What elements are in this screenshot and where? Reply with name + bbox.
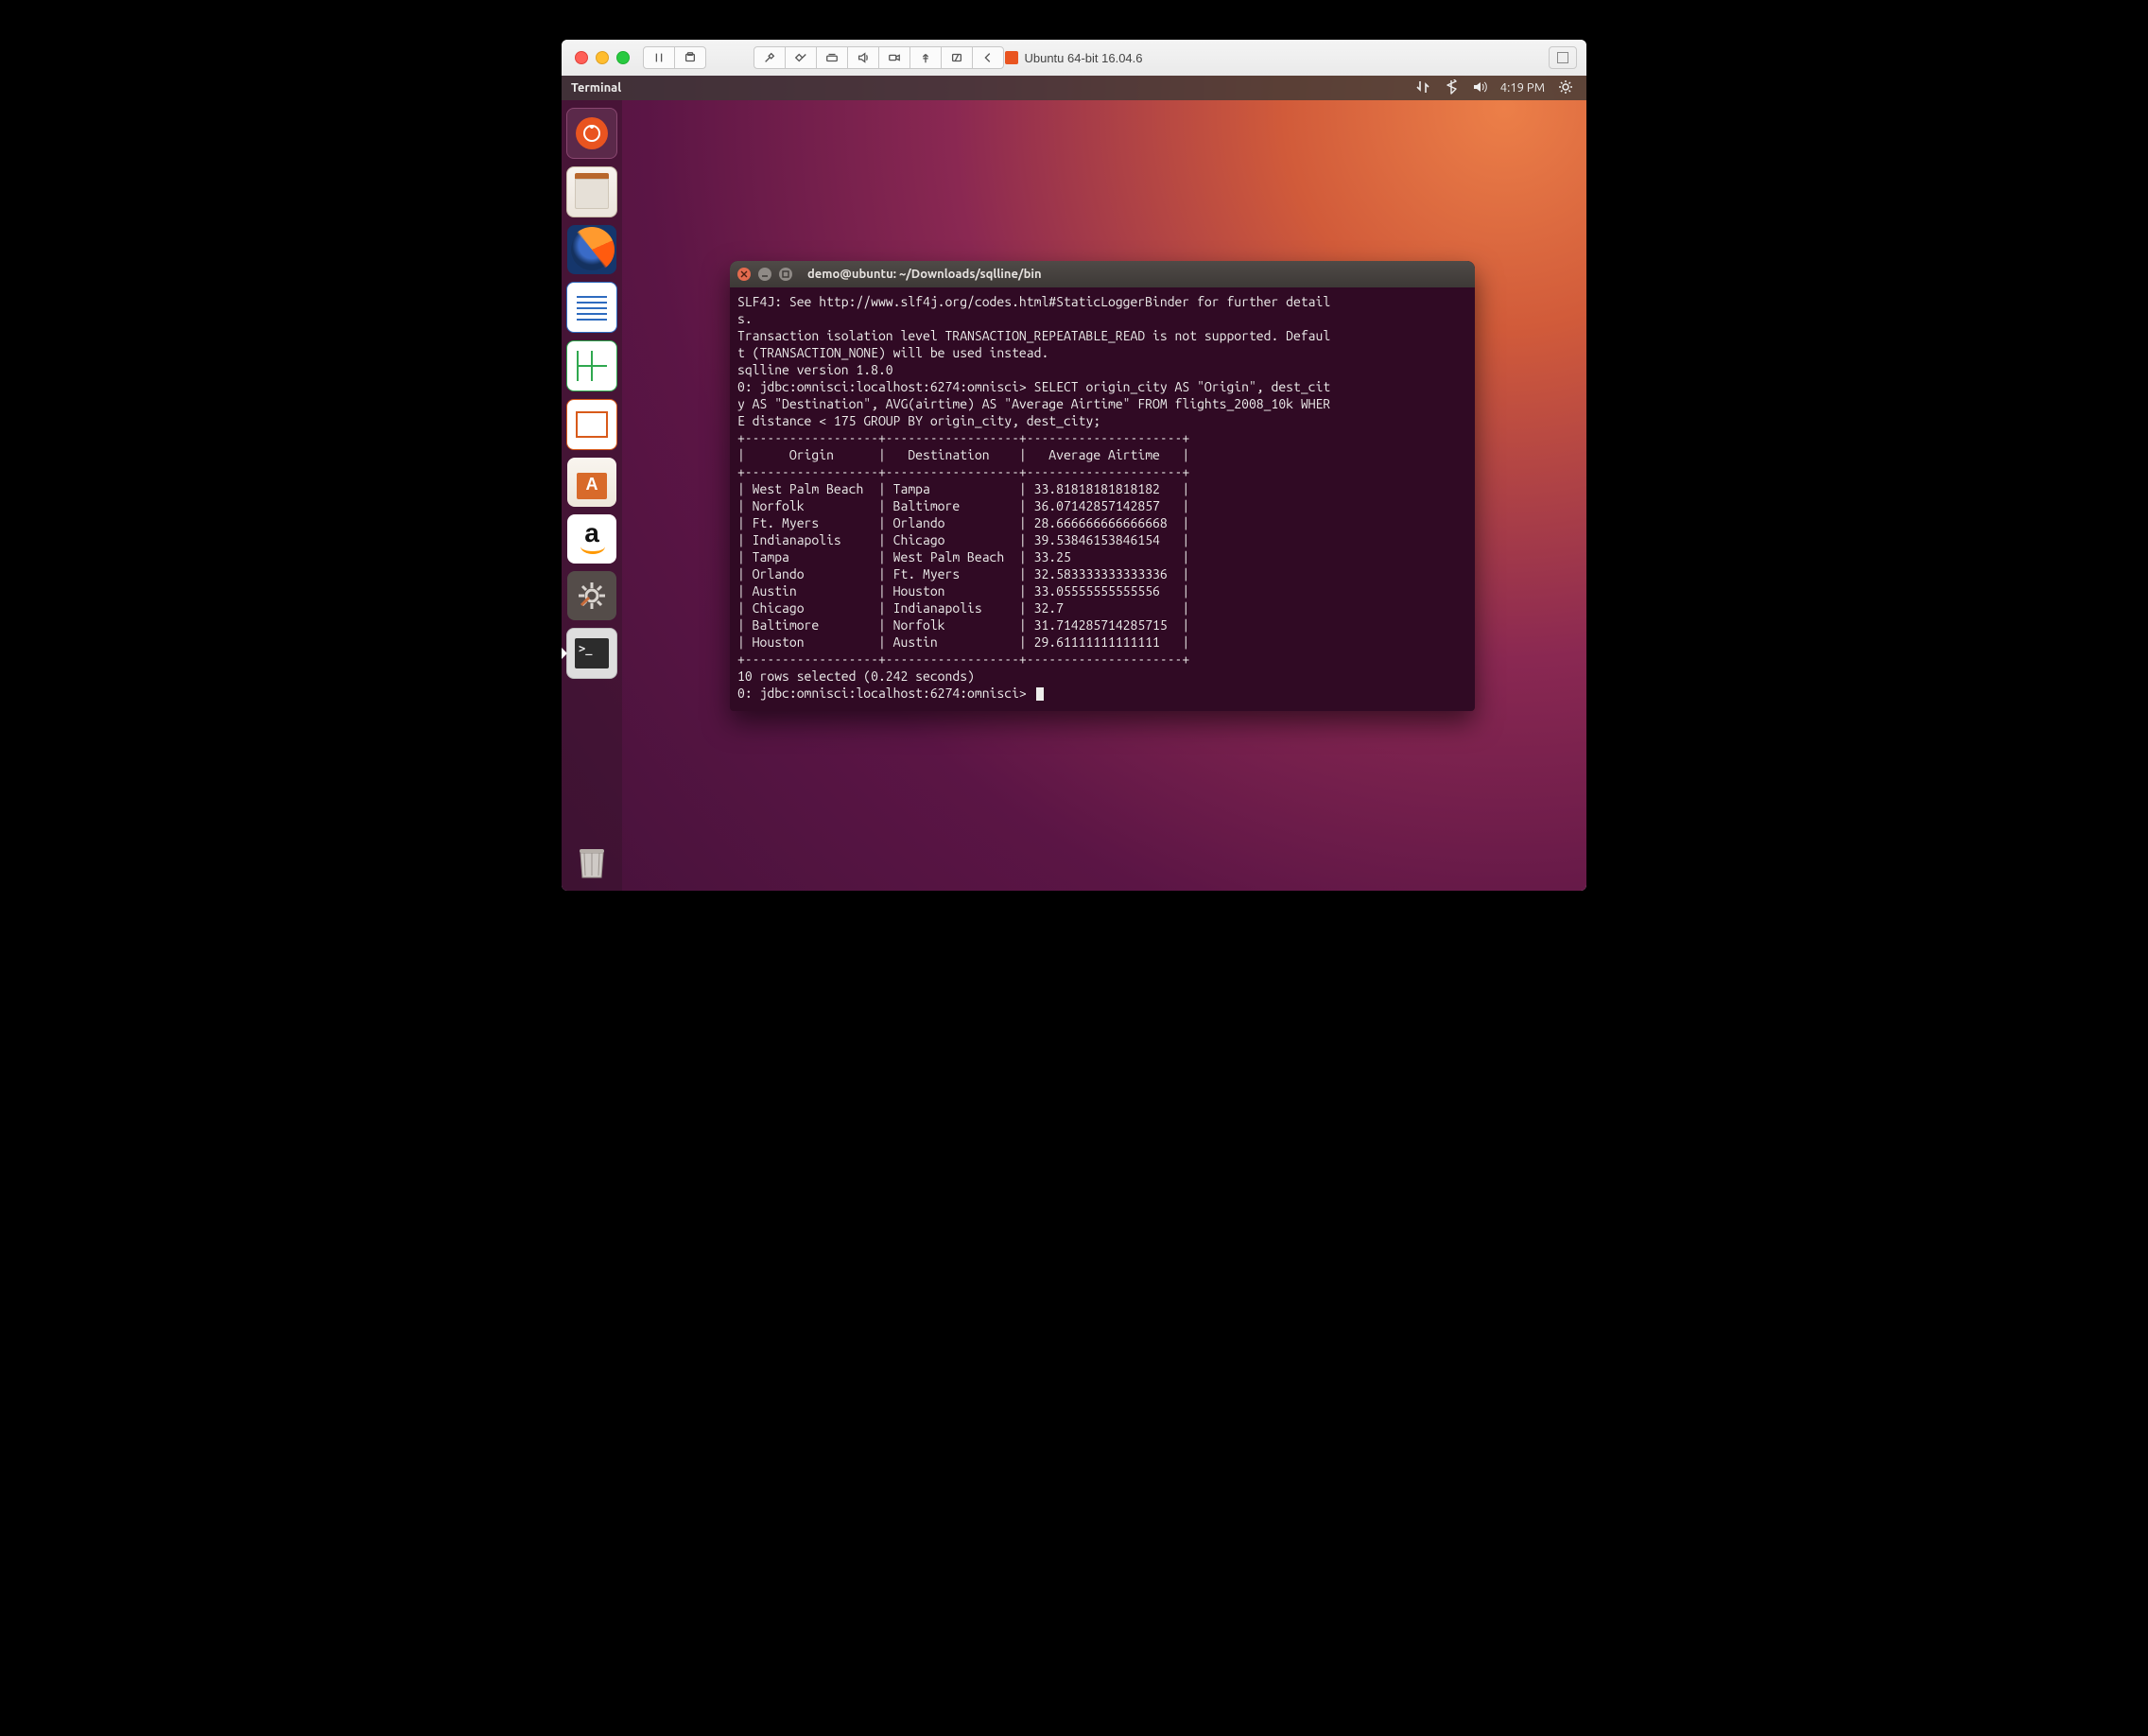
vmware-sound-icon[interactable] <box>848 47 879 68</box>
terminal-body[interactable]: SLF4J: See http://www.slf4j.org/codes.ht… <box>730 287 1475 711</box>
vmware-network-icon[interactable] <box>786 47 817 68</box>
mac-close-button[interactable] <box>575 51 588 64</box>
ubuntu-menubar: Terminal 4:19 PM <box>562 76 1586 100</box>
vmware-fullscreen-button[interactable] <box>1549 46 1577 69</box>
launcher-libreoffice-writer[interactable] <box>566 282 617 333</box>
launcher-ubuntu-software[interactable] <box>567 458 616 507</box>
bluetooth-indicator-icon[interactable] <box>1444 79 1459 97</box>
menubar-tray: 4:19 PM <box>1415 79 1573 97</box>
launcher-firefox[interactable] <box>567 225 616 274</box>
vmware-camera-icon[interactable] <box>879 47 910 68</box>
ubuntu-desktop: Terminal 4:19 PM <box>562 76 1586 891</box>
gear-indicator-icon[interactable] <box>1558 79 1573 97</box>
vmware-snapshot-button[interactable] <box>675 47 705 68</box>
vmware-usb-icon[interactable] <box>910 47 942 68</box>
terminal-title: demo@ubuntu: ~/Downloads/sqlline/bin <box>807 268 1042 281</box>
menubar-app-name: Terminal <box>571 81 621 95</box>
vmware-titlebar: Ubuntu 64-bit 16.04.6 <box>562 40 1586 77</box>
launcher-dash[interactable] <box>566 108 617 159</box>
vmware-window: Ubuntu 64-bit 16.04.6 Terminal <box>562 40 1586 891</box>
ubuntu-launcher <box>562 100 622 891</box>
vmware-title-text: Ubuntu 64-bit 16.04.6 <box>1024 51 1142 65</box>
terminal-cursor <box>1036 687 1044 701</box>
launcher-trash[interactable] <box>567 838 616 887</box>
volume-indicator-icon[interactable] <box>1472 79 1487 97</box>
vmware-pause-button[interactable] <box>644 47 675 68</box>
launcher-libreoffice-calc[interactable] <box>566 340 617 391</box>
vmware-seg-pause-snapshot <box>643 46 706 69</box>
launcher-terminal[interactable] <box>566 628 617 679</box>
terminal-minimize-button[interactable] <box>758 268 771 281</box>
terminal-window[interactable]: demo@ubuntu: ~/Downloads/sqlline/bin SLF… <box>730 261 1475 711</box>
mac-traffic-lights <box>575 51 630 64</box>
mac-zoom-button[interactable] <box>616 51 630 64</box>
vmware-back-icon[interactable] <box>973 47 1003 68</box>
launcher-amazon[interactable] <box>567 514 616 564</box>
terminal-close-button[interactable] <box>737 268 751 281</box>
terminal-maximize-button[interactable] <box>779 268 792 281</box>
mac-minimize-button[interactable] <box>596 51 609 64</box>
menubar-clock[interactable]: 4:19 PM <box>1500 81 1545 95</box>
terminal-titlebar[interactable]: demo@ubuntu: ~/Downloads/sqlline/bin <box>730 261 1475 287</box>
vmware-title: Ubuntu 64-bit 16.04.6 <box>562 51 1586 65</box>
network-indicator-icon[interactable] <box>1415 79 1430 97</box>
launcher-files[interactable] <box>566 166 617 217</box>
vmware-tools-icon[interactable] <box>754 47 786 68</box>
ubuntu-app-icon <box>1005 51 1018 64</box>
vmware-shared-icon[interactable] <box>942 47 973 68</box>
launcher-libreoffice-impress[interactable] <box>566 399 617 450</box>
vmware-hdd-icon[interactable] <box>817 47 848 68</box>
vmware-device-toolbar <box>754 46 1004 69</box>
launcher-system-settings[interactable] <box>567 571 616 620</box>
